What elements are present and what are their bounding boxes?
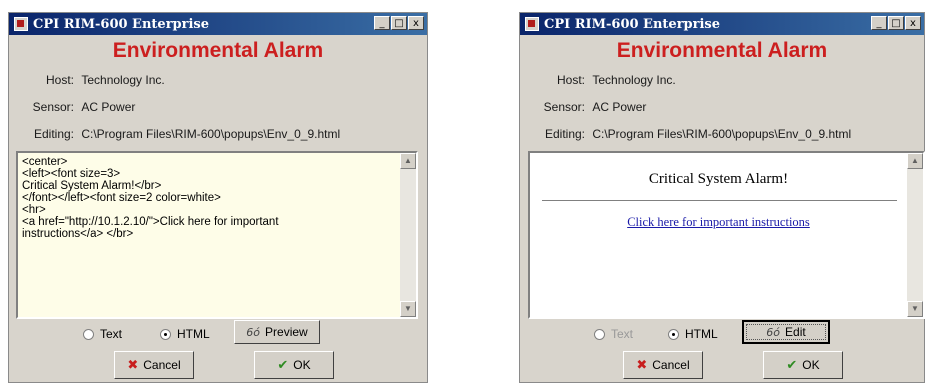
html-editor[interactable]: <center> <left><font size=3> Critical Sy… <box>16 151 418 319</box>
app-icon[interactable] <box>525 17 539 31</box>
minimize-button[interactable]: _ <box>374 16 390 30</box>
host-label: Host: <box>556 73 585 87</box>
html-radio-label: HTML <box>177 327 210 341</box>
host-row: Host: Technology Inc. <box>538 73 676 87</box>
scroll-up-button[interactable]: ▲ <box>907 153 923 169</box>
minimize-button[interactable]: _ <box>871 16 887 30</box>
host-label: Host: <box>45 73 74 87</box>
title-bar[interactable]: CPI RIM-600 Enterprise _ □ x <box>9 13 427 35</box>
ok-button[interactable]: ✔ OK <box>254 351 334 379</box>
title-bar[interactable]: CPI RIM-600 Enterprise _ □ x <box>520 13 924 35</box>
host-value: Technology Inc. <box>592 73 676 87</box>
check-icon: ✔ <box>277 357 289 373</box>
text-mode-radio: Text <box>594 327 633 341</box>
html-preview: Critical System Alarm! Click here for im… <box>528 151 925 319</box>
sensor-label: Sensor: <box>543 100 585 114</box>
editor-text[interactable]: <center> <left><font size=3> Critical Sy… <box>18 153 416 243</box>
cancel-label: Cancel <box>143 358 181 372</box>
close-button[interactable]: x <box>905 16 921 30</box>
preview-title: Critical System Alarm! <box>648 171 789 187</box>
cancel-label: Cancel <box>652 358 690 372</box>
host-value: Technology Inc. <box>81 73 165 87</box>
maximize-button[interactable]: □ <box>391 16 407 30</box>
ok-label: OK <box>802 358 820 372</box>
editing-row: Editing: C:\Program Files\RIM-600\popups… <box>538 127 851 141</box>
sensor-label: Sensor: <box>32 100 74 114</box>
page-title: Environmental Alarm <box>112 39 324 62</box>
edit-button[interactable]: 6ó Edit <box>742 320 830 344</box>
sensor-value: AC Power <box>592 100 647 114</box>
preview-button[interactable]: 6ó Preview <box>234 320 320 344</box>
editing-row: Editing: C:\Program Files\RIM-600\popups… <box>27 127 340 141</box>
sensor-value: AC Power <box>81 100 136 114</box>
editing-path: C:\Program Files\RIM-600\popups\Env_0_9.… <box>81 127 341 141</box>
scroll-down-button[interactable]: ▼ <box>400 301 416 317</box>
html-mode-radio[interactable]: HTML <box>668 327 718 341</box>
editor-window: CPI RIM-600 Enterprise _ □ x Environment… <box>8 12 428 383</box>
text-mode-radio[interactable]: Text <box>83 327 122 341</box>
check-icon: ✔ <box>786 357 798 373</box>
close-button[interactable]: x <box>408 16 424 30</box>
preview-label: Preview <box>265 325 308 339</box>
html-mode-radio[interactable]: HTML <box>160 327 210 341</box>
maximize-button[interactable]: □ <box>888 16 904 30</box>
page-title: Environmental Alarm <box>616 39 828 62</box>
html-radio-indicator[interactable] <box>160 328 171 340</box>
cancel-button[interactable]: ✖ Cancel <box>114 351 194 379</box>
glasses-icon: 6ó <box>766 325 781 339</box>
text-radio-label: Text <box>100 327 123 341</box>
text-radio-label: Text <box>611 327 634 341</box>
host-row: Host: Technology Inc. <box>27 73 165 87</box>
text-radio-indicator[interactable] <box>83 328 94 340</box>
scroll-up-button[interactable]: ▲ <box>400 153 416 169</box>
preview-window: CPI RIM-600 Enterprise _ □ x Environment… <box>519 12 925 383</box>
editing-path: C:\Program Files\RIM-600\popups\Env_0_9.… <box>592 127 852 141</box>
vertical-scrollbar[interactable]: ▲ ▼ <box>907 153 923 317</box>
window-title: CPI RIM-600 Enterprise <box>33 16 210 32</box>
preview-divider <box>542 200 897 201</box>
x-icon: ✖ <box>127 357 139 373</box>
html-radio-label: HTML <box>685 327 718 341</box>
app-icon[interactable] <box>14 17 28 31</box>
scroll-down-button[interactable]: ▼ <box>907 301 923 317</box>
vertical-scrollbar[interactable]: ▲ ▼ <box>400 153 416 317</box>
glasses-icon: 6ó <box>246 325 261 339</box>
x-icon: ✖ <box>636 357 648 373</box>
editing-label: Editing: <box>544 127 585 141</box>
cancel-button[interactable]: ✖ Cancel <box>623 351 703 379</box>
edit-label: Edit <box>785 325 806 339</box>
editing-label: Editing: <box>33 127 74 141</box>
preview-link[interactable]: Click here for important instructions <box>530 215 907 230</box>
ok-label: OK <box>293 358 311 372</box>
window-title: CPI RIM-600 Enterprise <box>544 16 721 32</box>
ok-button[interactable]: ✔ OK <box>763 351 843 379</box>
text-radio-indicator <box>594 328 605 340</box>
sensor-row: Sensor: AC Power <box>27 100 136 114</box>
html-radio-indicator[interactable] <box>668 328 679 340</box>
sensor-row: Sensor: AC Power <box>538 100 647 114</box>
